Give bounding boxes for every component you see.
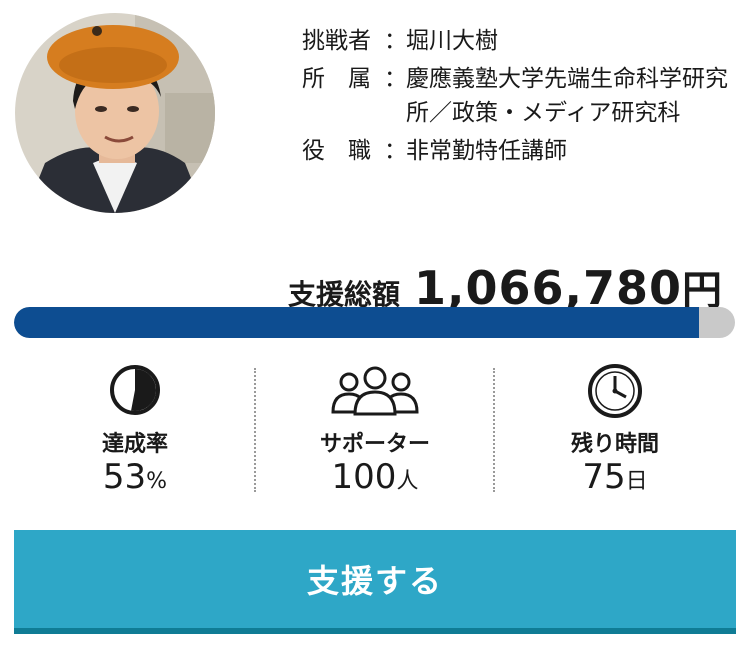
remaining-value: 75日 [582, 457, 648, 497]
profile-label: 挑戦者 [302, 28, 371, 54]
pie-chart-icon [15, 362, 255, 422]
stat-label: サポーター [319, 432, 430, 457]
profile-colon: ： [384, 28, 407, 54]
stats-divider [493, 368, 495, 492]
challenger-photo [15, 13, 215, 213]
clock-icon [495, 362, 735, 422]
profile-row-challenger: 挑戦者 ： 堀川大樹 [302, 24, 742, 58]
stat-label: 残り時間 [570, 432, 659, 457]
profile-row-affiliation: 所 属 ： 慶應義塾大学先端生命科学研究所／政策・メディア研究科 [302, 62, 742, 130]
challenger-avatar [15, 13, 215, 213]
funding-progress-bar [14, 307, 735, 338]
challenger-position: 非常勤特任講師 [406, 138, 567, 164]
stat-supporters: サポーター 100人 [255, 362, 495, 496]
challenger-profile: 挑戦者 ： 堀川大樹 所 属 ： 慶應義塾大学先端生命科学研究所／政策・メディア… [302, 24, 742, 172]
stat-remaining: 残り時間 75日 [495, 362, 735, 496]
funding-progress-fill [14, 307, 699, 338]
stats-divider [254, 368, 256, 492]
achievement-value: 53% [102, 457, 168, 497]
profile-colon: ： [384, 66, 407, 92]
challenger-affiliation: 慶應義塾大学先端生命科学研究所／政策・メディア研究科 [406, 66, 728, 126]
challenger-name: 堀川大樹 [406, 28, 498, 54]
profile-row-position: 役 職 ： 非常勤特任講師 [302, 134, 742, 168]
stat-achievement: 達成率 53% [15, 362, 255, 496]
profile-label: 所 属 [302, 66, 371, 92]
profile-label: 役 職 [302, 138, 371, 164]
support-button[interactable]: 支援する [14, 530, 736, 634]
supporters-value: 100人 [331, 457, 419, 497]
stats-panel: 達成率 53% サポーター 100人 残り時間 75日 [15, 362, 735, 496]
stat-label: 達成率 [101, 432, 168, 457]
profile-colon: ： [384, 138, 407, 164]
people-icon [255, 362, 495, 422]
